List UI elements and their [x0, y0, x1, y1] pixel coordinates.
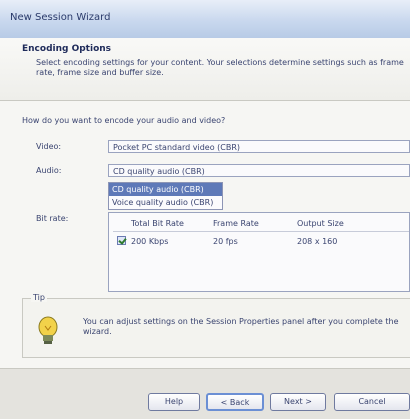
row-bit-rate: 200 Kbps	[131, 237, 169, 246]
back-button[interactable]: < Back	[206, 393, 264, 411]
wizard-content: Encoding Options Select encoding setting…	[0, 38, 410, 368]
lightbulb-icon	[38, 316, 58, 344]
wizard-header: Encoding Options Select encoding setting…	[0, 38, 410, 101]
tip-title: Tip	[31, 293, 47, 302]
help-button[interactable]: Help	[148, 393, 200, 411]
video-label: Video:	[36, 142, 62, 151]
column-header-output-size[interactable]: Output Size	[297, 219, 344, 228]
table-header-divider	[113, 231, 409, 232]
audio-select[interactable]: CD quality audio (CBR)	[108, 164, 410, 177]
audio-dropdown-list: CD quality audio (CBR) Voice quality aud…	[108, 182, 223, 210]
window-title: New Session Wizard	[10, 12, 111, 23]
cancel-button[interactable]: Cancel	[334, 393, 410, 411]
page-title: Encoding Options	[22, 44, 112, 54]
column-header-total-bit-rate[interactable]: Total Bit Rate	[131, 219, 184, 228]
row-frame-rate: 20 fps	[213, 237, 238, 246]
bitrate-table: Total Bit Rate Frame Rate Output Size 20…	[108, 212, 410, 292]
video-select[interactable]: Pocket PC standard video (CBR)	[108, 140, 410, 153]
page-description: Select encoding settings for your conten…	[36, 58, 404, 77]
bitrate-label: Bit rate:	[36, 214, 69, 223]
next-button[interactable]: Next >	[270, 393, 326, 411]
new-session-wizard-window: New Session Wizard Encoding Options Sele…	[0, 0, 410, 419]
wizard-footer: Help < Back Next > Cancel	[0, 368, 410, 419]
audio-option-voice-quality[interactable]: Voice quality audio (CBR)	[109, 196, 222, 209]
tip-text: You can adjust settings on the Session P…	[83, 317, 399, 336]
row-output-size: 208 x 160	[297, 237, 338, 246]
title-bar[interactable]: New Session Wizard	[0, 0, 410, 39]
bitrate-row-checkbox[interactable]	[117, 236, 126, 245]
tip-panel: Tip You can adjust settings on the Sessi…	[22, 293, 410, 358]
audio-label: Audio:	[36, 166, 62, 175]
audio-option-cd-quality[interactable]: CD quality audio (CBR)	[109, 183, 222, 196]
encode-question: How do you want to encode your audio and…	[22, 116, 226, 125]
column-header-frame-rate[interactable]: Frame Rate	[213, 219, 259, 228]
